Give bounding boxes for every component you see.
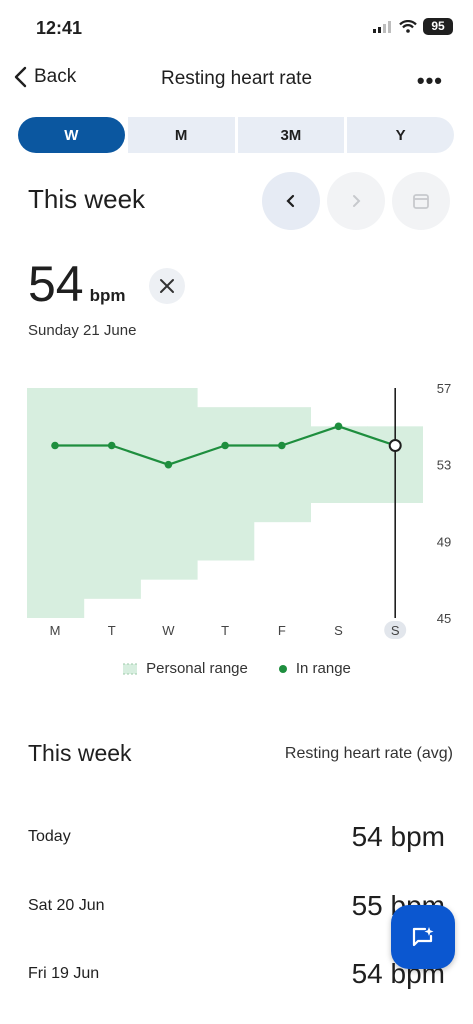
calendar-button[interactable] xyxy=(392,172,450,230)
data-point xyxy=(334,422,343,431)
data-point xyxy=(278,441,286,450)
personal-range-band xyxy=(310,426,368,503)
tab-three-months[interactable]: 3M xyxy=(237,117,345,153)
previous-period-button[interactable] xyxy=(262,172,320,230)
x-tick-label: M xyxy=(50,623,61,638)
data-point xyxy=(107,441,116,450)
summary-row-label: Fri 19 Jun xyxy=(28,965,100,982)
selected-unit: bpm xyxy=(89,286,126,305)
more-options-button[interactable]: ••• xyxy=(417,68,443,94)
legend-range-label: Personal range xyxy=(146,660,248,677)
data-point xyxy=(51,441,59,450)
tab-year[interactable]: Y xyxy=(347,117,454,153)
signal-icon xyxy=(373,20,391,33)
selected-date: Sunday 21 June xyxy=(28,322,137,339)
tab-month[interactable]: M xyxy=(127,117,235,153)
ask-coach-button[interactable] xyxy=(391,905,455,969)
selected-value: 54 bpm xyxy=(28,255,126,313)
calendar-icon xyxy=(413,194,429,209)
personal-range-band xyxy=(27,388,85,618)
legend-in-range: In range xyxy=(278,660,351,677)
y-tick-label: 53 xyxy=(437,458,451,473)
y-tick-label: 45 xyxy=(437,611,451,626)
personal-range-band xyxy=(83,388,141,599)
x-tick-label: F xyxy=(278,623,286,638)
status-icons: 95 xyxy=(373,18,453,35)
close-icon xyxy=(160,279,174,293)
x-tick-label: T xyxy=(221,623,229,638)
chevron-left-icon xyxy=(14,66,27,88)
battery-indicator: 95 xyxy=(423,18,453,35)
summary-title: This week xyxy=(28,740,132,766)
range-tabs: W M 3M Y xyxy=(18,117,454,153)
chevron-left-icon xyxy=(286,194,295,208)
chat-sparkle-icon xyxy=(412,927,434,947)
dot-icon xyxy=(278,664,287,673)
personal-range-band xyxy=(253,407,311,523)
legend-personal-range: Personal range xyxy=(122,660,248,677)
next-period-button[interactable] xyxy=(327,172,385,230)
data-point xyxy=(164,460,173,469)
selected-bpm: 54 xyxy=(28,256,84,312)
x-tick-label: S xyxy=(391,623,400,638)
clear-selection-button[interactable] xyxy=(149,268,185,304)
back-button[interactable]: Back xyxy=(12,66,76,88)
y-tick-label: 57 xyxy=(437,381,451,396)
summary-row-label: Sat 20 Jun xyxy=(28,897,105,914)
selected-data-point xyxy=(388,439,402,452)
y-tick-label: 49 xyxy=(437,534,451,549)
personal-range-band xyxy=(140,388,198,580)
period-title: This week xyxy=(28,184,146,214)
summary-subtitle: Resting heart rate (avg) xyxy=(284,745,453,762)
x-tick-label: W xyxy=(162,623,175,638)
chart-legend: Personal range In range xyxy=(0,660,473,677)
heart-rate-chart[interactable]: 57 53 49 45 M T W T F S S xyxy=(0,370,473,645)
summary-row-value: 54 bpm xyxy=(351,821,445,852)
x-tick-label: T xyxy=(108,623,116,638)
wifi-icon xyxy=(399,20,417,33)
status-time: 12:41 xyxy=(36,18,83,38)
range-swatch-icon xyxy=(123,663,138,674)
data-point xyxy=(221,441,229,450)
personal-range-band xyxy=(197,407,255,561)
tab-week[interactable]: W xyxy=(18,117,125,153)
back-label: Back xyxy=(34,66,77,87)
chevron-right-icon xyxy=(353,195,361,207)
x-tick-label: S xyxy=(334,623,343,638)
summary-row-label: Today xyxy=(28,828,71,845)
legend-in-range-label: In range xyxy=(295,660,351,677)
